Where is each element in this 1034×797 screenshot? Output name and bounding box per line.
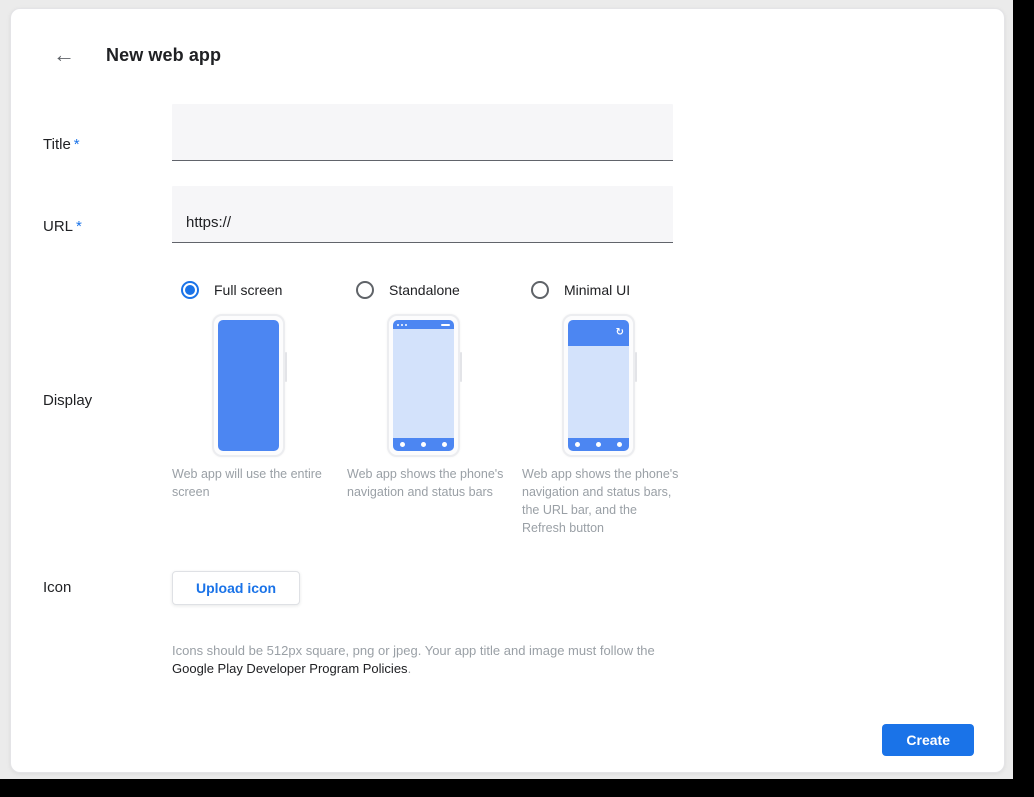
phone-illustration-minimal-ui: ↻ <box>562 314 635 457</box>
title-input[interactable] <box>172 104 673 161</box>
new-web-app-dialog: ← New web app Title* URL* Display Full s… <box>10 8 1005 773</box>
display-option-description: Web app shows the phone's navigation and… <box>522 465 682 537</box>
display-option-full-screen: Full screen Web app will use the entire … <box>172 280 344 501</box>
radio-label-full-screen: Full screen <box>214 282 282 298</box>
create-button[interactable]: Create <box>882 724 974 756</box>
radio-circle-full-screen[interactable] <box>181 281 199 299</box>
display-option-minimal-ui: Minimal UI ↻ Web app shows the phone's n… <box>522 280 694 537</box>
title-required-asterisk: * <box>74 136 80 153</box>
icon-section-label: Icon <box>43 579 71 596</box>
phone-status-bar <box>393 320 454 329</box>
url-input[interactable] <box>172 186 673 243</box>
browser-viewport: ← New web app Title* URL* Display Full s… <box>0 0 1013 779</box>
phone-screen-full <box>218 320 279 451</box>
status-bar-battery <box>441 324 450 326</box>
phone-screen-standalone <box>393 320 454 451</box>
policies-link[interactable]: Google Play Developer Program Policies <box>172 661 408 676</box>
radio-full-screen[interactable]: Full screen <box>181 280 344 300</box>
title-label-text: Title <box>43 136 71 153</box>
radio-label-standalone: Standalone <box>389 282 460 298</box>
icon-help-body: Icons should be 512px square, png or jpe… <box>172 643 655 658</box>
display-option-description: Web app will use the entire screen <box>172 465 332 501</box>
phone-illustration-standalone <box>387 314 460 457</box>
phone-screen-minimal-ui: ↻ <box>568 320 629 451</box>
display-section-label: Display <box>43 392 92 409</box>
phone-nav-bar <box>393 438 454 451</box>
status-bar-dots <box>397 324 407 326</box>
radio-label-minimal-ui: Minimal UI <box>564 282 630 298</box>
phone-url-bar: ↻ <box>568 320 629 346</box>
refresh-icon: ↻ <box>616 328 624 338</box>
radio-circle-standalone[interactable] <box>356 281 374 299</box>
dialog-header: ← New web app <box>53 41 221 69</box>
phone-illustration-full-screen <box>212 314 285 457</box>
url-label-text: URL <box>43 218 73 235</box>
upload-icon-button[interactable]: Upload icon <box>172 571 300 605</box>
phone-nav-bar <box>568 438 629 451</box>
url-required-asterisk: * <box>76 218 82 235</box>
display-option-standalone: Standalone Web app shows the phone's nav… <box>347 280 519 501</box>
url-field-label: URL* <box>43 218 82 235</box>
radio-standalone[interactable]: Standalone <box>356 280 519 300</box>
radio-circle-minimal-ui[interactable] <box>531 281 549 299</box>
page-title: New web app <box>106 45 221 66</box>
display-option-description: Web app shows the phone's navigation and… <box>347 465 507 501</box>
radio-minimal-ui[interactable]: Minimal UI <box>531 280 694 300</box>
icon-help-suffix: . <box>408 661 412 676</box>
icon-help-text: Icons should be 512px square, png or jpe… <box>172 642 680 678</box>
title-field-label: Title* <box>43 136 80 153</box>
back-arrow-icon[interactable]: ← <box>53 43 77 67</box>
